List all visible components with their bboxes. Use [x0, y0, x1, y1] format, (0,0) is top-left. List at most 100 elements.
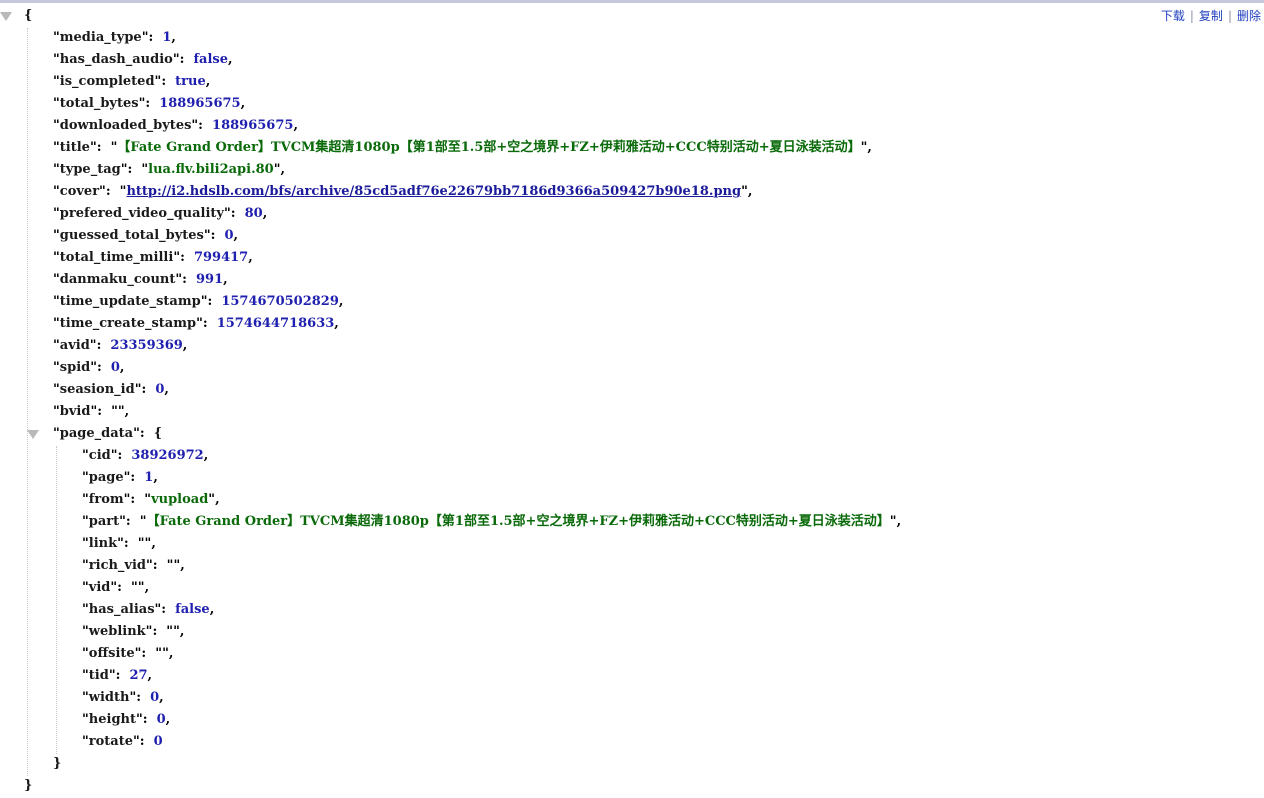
json-row: "rotate": 0	[82, 734, 163, 749]
json-url-link[interactable]: http://i2.hdslb.com/bfs/archive/85cd5adf…	[126, 184, 741, 199]
json-string-value: 【Fate Grand Order】TVCM集超清1080p【第1部至1.5部+…	[117, 140, 861, 155]
json-number-value: 188965675	[159, 96, 241, 111]
json-key: from	[88, 492, 124, 507]
json-row: "total_bytes": 188965675,	[53, 96, 246, 111]
json-key: guessed_total_bytes	[59, 228, 204, 243]
json-row: "rich_vid": "",	[82, 558, 185, 573]
json-key: page	[88, 470, 124, 485]
json-number-value: 991	[196, 272, 224, 287]
json-bool-value: true	[175, 74, 206, 89]
json-row: "avid": 23359369,	[53, 338, 188, 353]
json-brace: {	[153, 426, 163, 441]
json-number-value: 1	[144, 470, 154, 485]
json-key: rich_vid	[88, 558, 147, 573]
json-key: media_type	[59, 30, 142, 45]
json-root-close: }	[0, 776, 1250, 798]
json-key: title	[59, 140, 90, 155]
json-number-value: 799417	[193, 250, 249, 265]
json-key: seasion_id	[59, 382, 135, 397]
json-row: "has_alias": false,	[82, 602, 215, 617]
json-number-value: 1574670502829	[221, 294, 339, 309]
json-key: bvid	[59, 404, 91, 419]
json-key: rotate	[88, 734, 134, 749]
json-row: "width": 0,	[82, 690, 164, 705]
json-row: "tid": 27,	[82, 668, 153, 683]
json-brace: {	[24, 8, 33, 23]
json-key: type_tag	[59, 162, 121, 177]
json-row: "part": "【Fate Grand Order】TVCM集超清1080p【…	[82, 514, 902, 529]
json-viewer: { "media_type": 1, "has_dash_audio": false…	[0, 6, 1250, 798]
json-key: is_completed	[59, 74, 155, 89]
json-key: prefered_video_quality	[59, 206, 224, 221]
json-number-value: 0	[110, 360, 120, 375]
collapse-toggle-icon[interactable]	[27, 430, 39, 439]
json-row: "downloaded_bytes": 188965675,	[53, 118, 298, 133]
json-number-value: 80	[244, 206, 263, 221]
json-key: time_create_stamp	[59, 316, 197, 331]
json-object-row: "page_data": {	[0, 424, 1250, 446]
json-key: weblink	[88, 624, 146, 639]
collapse-toggle-icon[interactable]	[0, 12, 12, 21]
json-row: "time_create_stamp": 1574644718633,	[53, 316, 339, 331]
json-row: "height": 0,	[82, 712, 171, 727]
json-row: "weblink": "",	[82, 624, 185, 639]
json-row: "time_update_stamp": 1574670502829,	[53, 294, 344, 309]
json-string-value: lua.flv.bili2api.80	[148, 162, 274, 177]
json-row: "is_completed": true,	[53, 74, 211, 89]
json-key: tid	[88, 668, 109, 683]
json-key: time_update_stamp	[59, 294, 201, 309]
json-row: "type_tag": "lua.flv.bili2api.80",	[53, 162, 286, 177]
json-key: part	[88, 514, 120, 529]
json-row: "title": "【Fate Grand Order】TVCM集超清1080p…	[53, 140, 872, 155]
json-key: height	[88, 712, 136, 727]
json-number-value: 1	[162, 30, 172, 45]
json-key: total_time_milli	[59, 250, 174, 265]
json-number-value: 0	[224, 228, 234, 243]
json-number-value: 1574644718633	[216, 316, 335, 331]
json-bool-value: false	[193, 52, 229, 67]
json-row: "guessed_total_bytes": 0,	[53, 228, 239, 243]
json-row: "danmaku_count": 991,	[53, 272, 228, 287]
json-key: avid	[59, 338, 90, 353]
json-object-close: }	[0, 754, 1250, 776]
json-key: cid	[88, 448, 111, 463]
json-key: vid	[88, 580, 111, 595]
json-number-value: 38926972	[131, 448, 204, 463]
json-key: has_dash_audio	[59, 52, 173, 67]
json-key: offsite	[88, 646, 135, 661]
json-key: link	[88, 536, 118, 551]
json-number-value: 0	[150, 690, 160, 705]
json-row: "bvid": "",	[53, 404, 130, 419]
json-row: "page": 1,	[82, 470, 158, 485]
json-row: "cid": 38926972,	[82, 448, 209, 463]
json-key: cover	[59, 184, 100, 199]
json-number-value: 27	[129, 668, 148, 683]
json-row: "media_type": 1,	[53, 30, 176, 45]
json-string-value: 【Fate Grand Order】TVCM集超清1080p【第1部至1.5部+…	[146, 514, 890, 529]
json-key: spid	[59, 360, 91, 375]
json-key: downloaded_bytes	[59, 118, 192, 133]
json-row: "total_time_milli": 799417,	[53, 250, 253, 265]
json-number-value: 23359369	[110, 338, 183, 353]
json-number-value: 0	[155, 382, 165, 397]
json-key: danmaku_count	[59, 272, 176, 287]
json-number-value: 0	[153, 734, 163, 749]
json-brace: }	[53, 756, 62, 771]
json-key: total_bytes	[59, 96, 139, 111]
json-key: page_data	[59, 426, 134, 441]
json-row: "prefered_video_quality": 80,	[53, 206, 268, 221]
json-string-value: vupload	[151, 492, 209, 507]
json-bool-value: false	[175, 602, 210, 617]
json-row: "has_dash_audio": false,	[53, 52, 233, 67]
json-number-value: 188965675	[212, 118, 294, 133]
json-row: "seasion_id": 0,	[53, 382, 169, 397]
json-row: "spid": 0,	[53, 360, 125, 375]
json-key: has_alias	[88, 602, 155, 617]
json-row: "vid": "",	[82, 580, 150, 595]
top-border	[0, 0, 1264, 3]
json-root-open: {	[0, 6, 1250, 28]
json-row: "cover": "http://i2.hdslb.com/bfs/archiv…	[53, 184, 753, 199]
indent-guide	[27, 28, 28, 776]
json-row: "link": "",	[82, 536, 156, 551]
json-row: "offsite": "",	[82, 646, 174, 661]
